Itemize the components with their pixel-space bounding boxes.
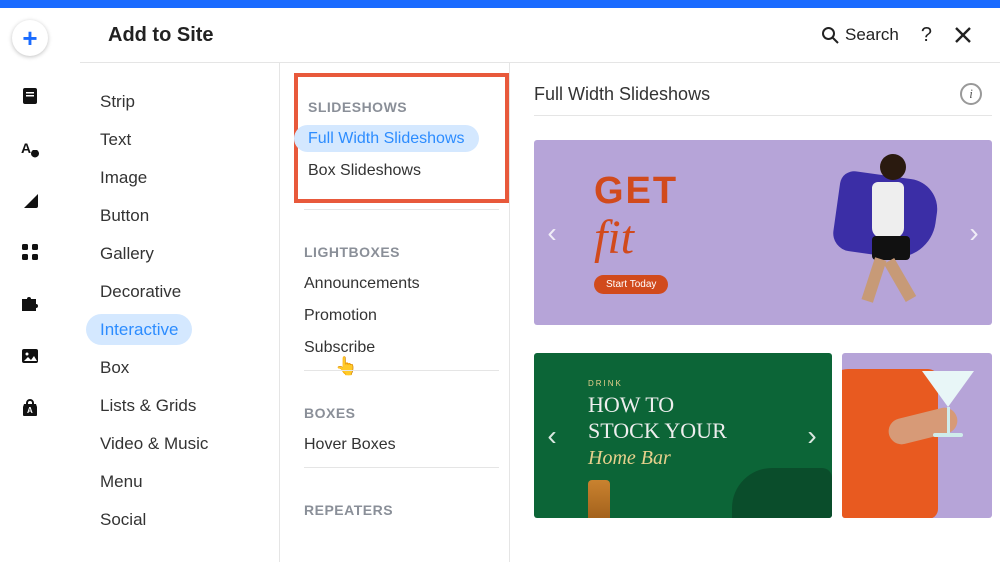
group-boxes-title: BOXES — [304, 405, 505, 421]
slide2-line3: Home Bar — [588, 447, 832, 470]
svg-text:A: A — [21, 140, 31, 156]
left-rail: + A A — [0, 8, 60, 562]
pages-icon[interactable] — [18, 84, 42, 108]
help-button[interactable]: ? — [921, 24, 932, 47]
divider — [304, 209, 499, 210]
category-list: Strip Text Image Button Gallery Decorati… — [80, 63, 280, 562]
slide-prev-icon[interactable]: ‹ — [542, 216, 562, 250]
slide2-tag: DRINK — [588, 379, 832, 388]
slide-prev-icon[interactable]: ‹ — [542, 419, 562, 453]
highlight-box: SLIDESHOWS Full Width Slideshows Box Sli… — [294, 73, 509, 203]
design-icon[interactable]: A — [18, 136, 42, 160]
category-decorative[interactable]: Decorative — [100, 273, 279, 311]
preview-header: Full Width Slideshows i — [534, 83, 992, 116]
slideshow-template-2[interactable]: DRINK HOW TO STOCK YOUR Home Bar ‹ › — [534, 353, 992, 518]
slide2-right-panel — [842, 353, 992, 518]
subcategory-list: SLIDESHOWS Full Width Slideshows Box Sli… — [280, 63, 510, 562]
divider — [304, 370, 499, 371]
slide2-line1: HOW TO — [588, 392, 832, 418]
slideshow-template-1[interactable]: GET fit Start Today ‹ › — [534, 140, 992, 325]
store-icon[interactable]: A — [18, 396, 42, 420]
add-panel: Add to Site Search ? Strip Text Image Bu… — [80, 8, 1000, 562]
subcat-promotion[interactable]: Promotion — [304, 300, 505, 332]
search-label: Search — [845, 25, 899, 45]
glass-graphic — [588, 480, 610, 518]
top-accent-bar — [0, 0, 1000, 8]
subcat-announcements[interactable]: Announcements — [304, 268, 505, 300]
svg-text:A: A — [27, 406, 33, 415]
group-lightboxes-title: LIGHTBOXES — [304, 244, 505, 260]
search-button[interactable]: Search — [821, 25, 899, 45]
slide1-cta: Start Today — [594, 275, 668, 294]
group-repeaters-title: REPEATERS — [304, 502, 505, 518]
slide2-line2: STOCK YOUR — [588, 418, 832, 444]
slide1-headline: GET — [594, 170, 678, 213]
preview-title: Full Width Slideshows — [534, 84, 710, 105]
apps-grid-icon[interactable] — [18, 240, 42, 264]
subcat-hover-boxes[interactable]: Hover Boxes — [304, 429, 505, 461]
martini-graphic — [922, 371, 974, 437]
panel-title: Add to Site — [108, 24, 214, 47]
category-lists-grids[interactable]: Lists & Grids — [100, 387, 279, 425]
panel-header: Add to Site Search ? — [80, 8, 1000, 63]
info-button[interactable]: i — [960, 83, 982, 105]
category-social[interactable]: Social — [100, 501, 279, 539]
slide-next-icon[interactable]: › — [964, 216, 984, 250]
category-menu[interactable]: Menu — [100, 463, 279, 501]
divider — [304, 467, 499, 468]
category-strip[interactable]: Strip — [100, 83, 279, 121]
category-video-music[interactable]: Video & Music — [100, 425, 279, 463]
section-icon[interactable] — [18, 188, 42, 212]
media-icon[interactable] — [18, 344, 42, 368]
slide1-person-graphic — [822, 154, 952, 314]
puzzle-icon[interactable] — [18, 292, 42, 316]
category-box[interactable]: Box — [100, 349, 279, 387]
subcat-full-width-slideshows[interactable]: Full Width Slideshows — [308, 123, 501, 155]
category-button[interactable]: Button — [100, 197, 279, 235]
category-text[interactable]: Text — [100, 121, 279, 159]
group-slideshows-title: SLIDESHOWS — [308, 99, 501, 115]
preview-pane: Full Width Slideshows i GET fit Start To… — [510, 63, 1000, 562]
category-interactive[interactable]: Interactive — [100, 311, 279, 349]
category-gallery[interactable]: Gallery — [100, 235, 279, 273]
subcat-subscribe[interactable]: Subscribe — [304, 332, 505, 364]
slide1-subhead: fit — [594, 210, 634, 265]
subcat-box-slideshows[interactable]: Box Slideshows — [308, 155, 501, 187]
slide2-left-panel: DRINK HOW TO STOCK YOUR Home Bar ‹ — [534, 353, 832, 518]
add-element-button[interactable]: + — [12, 20, 48, 56]
velvet-graphic — [732, 468, 832, 518]
slide-next-icon[interactable]: › — [802, 419, 822, 453]
category-image[interactable]: Image — [100, 159, 279, 197]
close-button[interactable] — [954, 26, 972, 44]
